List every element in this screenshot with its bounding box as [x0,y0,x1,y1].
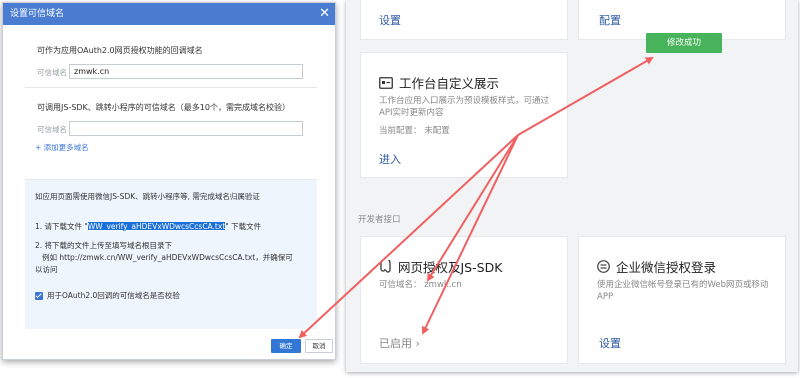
web-auth-title-row: 网页授权及JS-SDK [379,257,502,276]
step1-prefix: 1. 请下载文件 " [35,222,88,231]
close-icon[interactable]: ✕ [319,3,330,25]
web-auth-domain: 可信域名： zmwk.cn [379,280,462,290]
domain-verify-section: 如应用页面需使用微信JS-SDK、跳转小程序等, 需完成域名归属验证 1. 请下… [25,180,317,329]
workbench-enter-link[interactable]: 进入 [379,151,401,167]
oauth-domain-section: 可作为应用OAuth2.0网页授权功能的回调域名 可信域名 zmwk.cn [25,25,317,88]
verify-step-1: 1. 请下载文件 "WW_verify_aHDEVxWDwcsCcsCA.txt… [35,221,261,233]
verify-file-link[interactable]: WW_verify_aHDEVxWDwcsCcsCA.txt [87,222,226,231]
jssdk-field-label: 可信域名 [37,125,67,134]
step1-suffix: " 下载文件 [225,222,262,231]
ent-login-title: 企业微信授权登录 [616,260,717,275]
oauth-verify-checkbox-row[interactable]: 用于OAuth2.0回调的可信域名是否校验 [35,290,180,301]
jssdk-domain-input[interactable] [69,121,303,136]
workbench-title-row: 工作台自定义展示 [379,73,499,92]
oauth-verify-checkbox-label: 用于OAuth2.0回调的可信域名是否校验 [47,291,180,300]
web-auth-title: 网页授权及JS-SDK [398,260,503,275]
jssdk-domain-section: 可调用JS-SDK、跳转小程序的可信域名（最多10个，需完成域名校验） 可信域名… [25,88,317,180]
step2-line2: 例如 http://zmwk.cn/WW_verify_aHDEVxWDwcsC… [42,253,293,262]
developer-interface-label: 开发者接口 [358,215,401,225]
screenshot-stage: 设置可信域名 ✕ 可作为应用OAuth2.0网页授权功能的回调域名 可信域名 z… [0,0,800,378]
web-auth-icon [380,260,391,273]
dialog-body: 可作为应用OAuth2.0网页授权功能的回调域名 可信域名 zmwk.cn 可调… [25,25,317,329]
enterprise-wechat-login-card: 企业微信授权登录 使用企业微信帐号登录已有的Web网页或移动APP 设置 [578,236,786,364]
step2-line1: 2. 将下载的文件上传至填写域名根目录下 [35,241,173,250]
checkbox-checked-icon[interactable] [35,291,43,300]
cancel-button[interactable]: 取消 [305,339,333,353]
web-auth-jssdk-card: 网页授权及JS-SDK 可信域名： zmwk.cn 已启用 › [360,236,568,364]
ent-login-title-row: 企业微信授权登录 [597,257,716,276]
workbench-title: 工作台自定义展示 [399,76,500,91]
workbench-current-config: 当前配置： 未配置 [379,126,450,136]
settings-link[interactable]: 设置 [379,12,401,28]
verify-title: 如应用页面需使用微信JS-SDK、跳转小程序等, 需完成域名归属验证 [35,192,260,201]
workbench-display-card: 工作台自定义展示 工作台应用入口展示为预设模板样式，可通过API实时更新内容 当… [360,52,568,178]
ent-login-settings-link[interactable]: 设置 [599,335,621,351]
swap-circle-icon [597,260,610,273]
dialog-title: 设置可信域名 [10,9,65,19]
workbench-description: 工作台应用入口展示为预设模板样式，可通过API实时更新内容 [379,96,550,118]
web-auth-enabled-link[interactable]: 已启用 › [379,335,420,351]
workbench-display-icon [379,76,393,89]
add-more-domains-link[interactable]: + 添加更多域名 [35,142,89,153]
jssdk-section-title: 可调用JS-SDK、跳转小程序的可信域名（最多10个，需完成域名校验） [37,103,290,112]
oauth-domain-input[interactable]: zmwk.cn [69,64,303,79]
app-settings-panel: 设置 配置 工作台自定义展示 工作台应用入口展示为预设模板样式，可通过API实时… [346,0,798,372]
verify-step-2: 2. 将下载的文件上传至填写域名根目录下 例如 http://zmwk.cn/W… [35,240,293,276]
ent-login-description: 使用企业微信帐号登录已有的Web网页或移动APP [597,280,769,302]
success-toast: 修改成功 [646,33,722,53]
confirm-button[interactable]: 确定 [271,339,301,353]
oauth-section-title: 可作为应用OAuth2.0网页授权功能的回调域名 [37,46,203,55]
trusted-domain-dialog: 设置可信域名 ✕ 可作为应用OAuth2.0网页授权功能的回调域名 可信域名 z… [2,2,336,360]
top-card-left: 设置 [360,0,568,40]
step2-line3: 以访问 [35,265,58,274]
dialog-titlebar: 设置可信域名 ✕ [3,3,335,25]
oauth-field-label: 可信域名 [37,68,67,77]
configure-link[interactable]: 配置 [599,12,621,28]
